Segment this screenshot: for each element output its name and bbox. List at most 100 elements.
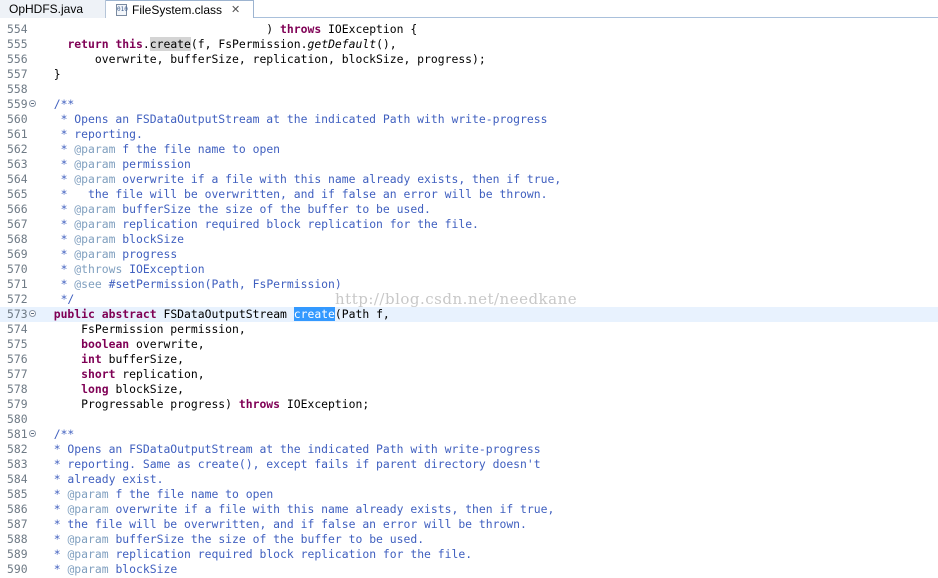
line-number: 577 bbox=[7, 367, 28, 381]
code-line[interactable]: 554 ) throws IOException { bbox=[0, 22, 938, 37]
line-number: 579 bbox=[7, 397, 28, 411]
fold-toggle-icon[interactable] bbox=[29, 430, 36, 437]
code-text: * @param progress bbox=[40, 247, 178, 261]
code-line[interactable]: 558 bbox=[0, 82, 938, 97]
line-number: 555 bbox=[7, 37, 28, 51]
line-number: 587 bbox=[7, 517, 28, 531]
line-number: 589 bbox=[7, 547, 28, 561]
code-text: * @see #setPermission(Path, FsPermission… bbox=[40, 277, 342, 291]
code-line[interactable]: 580 bbox=[0, 412, 938, 427]
code-text: * reporting. bbox=[40, 127, 143, 141]
code-line[interactable]: 589 * @param replication required block … bbox=[0, 547, 938, 562]
code-text: /** bbox=[40, 97, 75, 111]
code-text: /** bbox=[40, 427, 75, 441]
code-text: int bufferSize, bbox=[81, 352, 185, 366]
code-line[interactable]: 568 * @param blockSize bbox=[0, 232, 938, 247]
code-line[interactable]: 590 * @param blockSize bbox=[0, 562, 938, 577]
code-line[interactable]: 569 * @param progress bbox=[0, 247, 938, 262]
line-number: 570 bbox=[7, 262, 28, 276]
code-line[interactable]: 577 short replication, bbox=[0, 367, 938, 382]
code-text: ) throws IOException { bbox=[40, 22, 418, 36]
code-text: * @param f the file name to open bbox=[40, 142, 281, 156]
code-line[interactable]: 555 return this.create(f, FsPermission.g… bbox=[0, 37, 938, 52]
line-number: 562 bbox=[7, 142, 28, 156]
code-line[interactable]: 584 * already exist. bbox=[0, 472, 938, 487]
line-number: 582 bbox=[7, 442, 28, 456]
code-line[interactable]: 565 * the file will be overwritten, and … bbox=[0, 187, 938, 202]
code-line[interactable]: 575 boolean overwrite, bbox=[0, 337, 938, 352]
code-line[interactable]: 586 * @param overwrite if a file with th… bbox=[0, 502, 938, 517]
line-number: 590 bbox=[7, 562, 28, 576]
watermark: http://blog.csdn.net/needkane bbox=[335, 290, 578, 308]
code-text: * @param overwrite if a file with this n… bbox=[40, 172, 562, 186]
code-text: } bbox=[40, 67, 61, 81]
line-number: 585 bbox=[7, 487, 28, 501]
line-number: 567 bbox=[7, 217, 28, 231]
code-text: * @param replication required block repl… bbox=[40, 217, 479, 231]
line-number: 586 bbox=[7, 502, 28, 516]
line-number: 588 bbox=[7, 532, 28, 546]
code-line[interactable]: 582 * Opens an FSDataOutputStream at the… bbox=[0, 442, 938, 457]
code-line[interactable]: 583 * reporting. Same as create(), excep… bbox=[0, 457, 938, 472]
line-number: 565 bbox=[7, 187, 28, 201]
code-line[interactable]: 559 /** bbox=[0, 97, 938, 112]
line-number: 576 bbox=[7, 352, 28, 366]
code-line[interactable]: 564 * @param overwrite if a file with th… bbox=[0, 172, 938, 187]
editor-tab-bar: OpHDFS.java 010 FileSystem.class ✕ bbox=[0, 0, 938, 18]
code-text: * the file will be overwritten, and if f… bbox=[40, 517, 527, 531]
code-text: * @param replication required block repl… bbox=[40, 547, 473, 561]
code-line[interactable]: 573 public abstract FSDataOutputStream c… bbox=[0, 307, 938, 322]
code-line[interactable]: 574 FsPermission permission, bbox=[0, 322, 938, 337]
code-text: * @param overwrite if a file with this n… bbox=[40, 502, 555, 516]
code-text: * the file will be overwritten, and if f… bbox=[40, 187, 548, 201]
code-text: * reporting. Same as create(), except fa… bbox=[40, 457, 541, 471]
code-line[interactable]: 566 * @param bufferSize the size of the … bbox=[0, 202, 938, 217]
code-line[interactable]: 560 * Opens an FSDataOutputStream at the… bbox=[0, 112, 938, 127]
code-line[interactable]: 567 * @param replication required block … bbox=[0, 217, 938, 232]
code-line[interactable]: 556 overwrite, bufferSize, replication, … bbox=[0, 52, 938, 67]
line-number: 564 bbox=[7, 172, 28, 186]
code-text: long blockSize, bbox=[81, 382, 185, 396]
code-text: FsPermission permission, bbox=[40, 322, 246, 336]
code-text: * @param blockSize bbox=[40, 562, 178, 576]
code-text: * @param blockSize bbox=[40, 232, 185, 246]
code-text: * Opens an FSDataOutputStream at the ind… bbox=[40, 112, 548, 126]
code-line[interactable]: 581 /** bbox=[0, 427, 938, 442]
tab-label: OpHDFS.java bbox=[9, 2, 84, 16]
line-number: 561 bbox=[7, 127, 28, 141]
code-line[interactable]: 585 * @param f the file name to open bbox=[0, 487, 938, 502]
code-text: * @param bufferSize the size of the buff… bbox=[40, 202, 431, 216]
code-line[interactable]: 587 * the file will be overwritten, and … bbox=[0, 517, 938, 532]
line-number: 578 bbox=[7, 382, 28, 396]
code-line[interactable]: 579 Progressable progress) throws IOExce… bbox=[0, 397, 938, 412]
close-icon[interactable]: ✕ bbox=[231, 1, 240, 19]
tab-filesystem-class[interactable]: 010 FileSystem.class ✕ bbox=[106, 0, 254, 18]
line-number: 558 bbox=[7, 82, 28, 96]
class-file-icon: 010 bbox=[116, 4, 128, 16]
line-number: 580 bbox=[7, 412, 28, 426]
line-number: 571 bbox=[7, 277, 28, 291]
code-line[interactable]: 576 int bufferSize, bbox=[0, 352, 938, 367]
code-line[interactable]: 578 long blockSize, bbox=[0, 382, 938, 397]
code-text: * @param bufferSize the size of the buff… bbox=[40, 532, 425, 546]
line-number: 566 bbox=[7, 202, 28, 216]
fold-toggle-icon[interactable] bbox=[29, 310, 36, 317]
code-text: short replication, bbox=[81, 367, 205, 381]
code-text: overwrite, bufferSize, replication, bloc… bbox=[40, 52, 486, 66]
code-line[interactable]: 570 * @throws IOException bbox=[0, 262, 938, 277]
line-number: 584 bbox=[7, 472, 28, 486]
code-text: * already exist. bbox=[40, 472, 164, 486]
fold-toggle-icon[interactable] bbox=[29, 100, 36, 107]
line-number: 569 bbox=[7, 247, 28, 261]
code-line[interactable]: 562 * @param f the file name to open bbox=[0, 142, 938, 157]
code-line[interactable]: 561 * reporting. bbox=[0, 127, 938, 142]
tab-ophdfs-java[interactable]: OpHDFS.java bbox=[0, 0, 106, 18]
line-number: 556 bbox=[7, 52, 28, 66]
code-line[interactable]: 563 * @param permission bbox=[0, 157, 938, 172]
code-line[interactable]: 588 * @param bufferSize the size of the … bbox=[0, 532, 938, 547]
line-number: 554 bbox=[7, 22, 28, 36]
code-line[interactable]: 557 } bbox=[0, 67, 938, 82]
code-text: Progressable progress) throws IOExceptio… bbox=[40, 397, 370, 411]
line-number: 568 bbox=[7, 232, 28, 246]
code-text: return this.create(f, FsPermission.getDe… bbox=[67, 37, 397, 51]
